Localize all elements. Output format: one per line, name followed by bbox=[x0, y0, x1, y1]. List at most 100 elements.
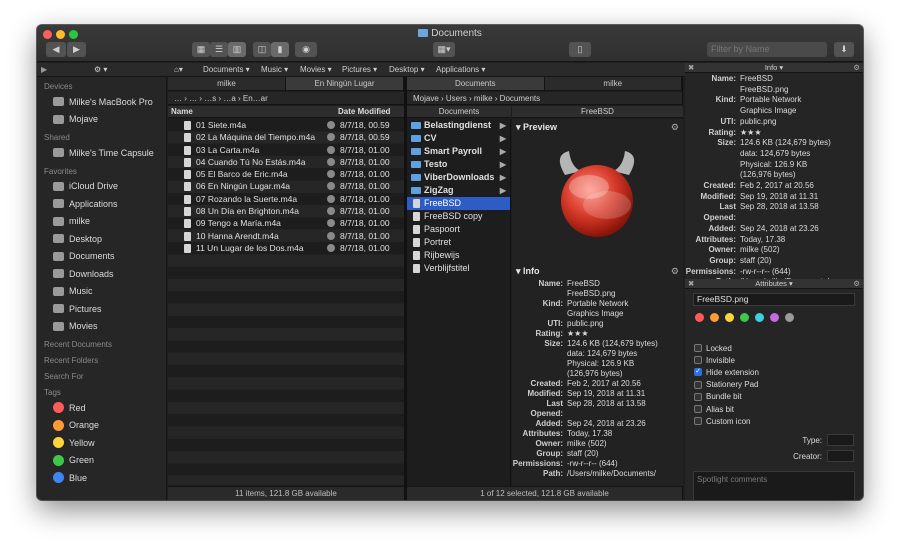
crumb-applications[interactable]: Applications ▾ bbox=[436, 65, 485, 74]
sidebar-header-search-for[interactable]: Search For bbox=[37, 367, 166, 383]
list-item[interactable]: Rijbewijs bbox=[407, 249, 510, 262]
gear-icon[interactable]: ⚙ bbox=[671, 122, 679, 133]
checkbox-row[interactable]: Stationery Pad bbox=[685, 379, 863, 391]
list-item[interactable]: Smart Payroll ▶ bbox=[407, 145, 510, 158]
list-item[interactable]: 11 Un Lugar de los Dos.m4a 8/7/18, 01.00 bbox=[168, 242, 404, 254]
checkbox[interactable]: ✓ bbox=[694, 368, 702, 377]
sidebar-item-applications[interactable]: Applications bbox=[37, 195, 166, 213]
sidebar-item-documents[interactable]: Documents bbox=[37, 248, 166, 266]
column-view-icon[interactable]: ▥ bbox=[228, 42, 246, 57]
sidebar-item-icloud[interactable]: iCloud Drive bbox=[37, 178, 166, 196]
sidebar-toggle-icon[interactable]: ▶ bbox=[41, 65, 47, 74]
arrow-circle-icon[interactable] bbox=[327, 133, 335, 142]
list-item[interactable]: 09 Tengo a María.m4a 8/7/18, 01.00 bbox=[168, 217, 404, 229]
sidebar-item-downloads[interactable]: Downloads bbox=[37, 265, 166, 283]
inspector-attributes-title[interactable]: Attributes ▾ bbox=[755, 279, 793, 288]
list-item[interactable]: Belastingdienst ▶ bbox=[407, 119, 510, 132]
tab-milke-right[interactable]: milke bbox=[545, 77, 682, 90]
list-item[interactable]: Verblijfstitel bbox=[407, 262, 510, 275]
list-item[interactable]: Portret bbox=[407, 236, 510, 249]
list-item[interactable]: 07 Rozando la Suerte.m4a 8/7/18, 01.00 bbox=[168, 193, 404, 205]
checkbox[interactable] bbox=[694, 405, 702, 414]
sidebar-item-mojave[interactable]: Mojave bbox=[37, 111, 166, 129]
tag-color-dot-icon[interactable] bbox=[755, 313, 764, 322]
close-icon[interactable]: ✖ bbox=[688, 279, 694, 289]
sidebar-header-recent-documents[interactable]: Recent Documents bbox=[37, 335, 166, 351]
home-icon[interactable]: ⌂▾ bbox=[174, 65, 183, 74]
info-panel-icon[interactable]: ▯ bbox=[569, 42, 591, 57]
filename-field[interactable]: FreeBSD.png bbox=[693, 293, 855, 306]
right-path-bar[interactable]: Mojave › Users › milke › Documents bbox=[407, 92, 682, 105]
tab-milke[interactable]: milke bbox=[168, 77, 286, 90]
sidebar-tag-orange[interactable]: Orange bbox=[37, 417, 166, 435]
column-date-modified[interactable]: Date Modified bbox=[338, 107, 390, 116]
checkbox[interactable] bbox=[694, 356, 702, 365]
gear-icon[interactable]: ⚙ bbox=[853, 63, 860, 73]
tag-color-dot-icon[interactable] bbox=[725, 313, 734, 322]
list-item[interactable]: 10 Hanna Arendt.m4a 8/7/18, 01.00 bbox=[168, 230, 404, 242]
column-name[interactable]: Name bbox=[171, 107, 193, 116]
tag-color-dot-icon[interactable] bbox=[770, 313, 779, 322]
search-input[interactable] bbox=[707, 42, 827, 57]
sidebar-item-movies[interactable]: Movies bbox=[37, 318, 166, 336]
list-item[interactable]: Paspoort bbox=[407, 223, 510, 236]
left-path-bar[interactable]: … › … › …s › …a › En…ar bbox=[168, 92, 404, 105]
sidebar-item-pictures[interactable]: Pictures bbox=[37, 300, 166, 318]
list-item[interactable]: 01 Siete.m4a 8/7/18, 00.59 bbox=[168, 119, 404, 131]
single-pane-icon[interactable]: ▮ bbox=[271, 42, 289, 57]
tag-color-dot-icon[interactable] bbox=[695, 313, 704, 322]
forward-button[interactable]: ▶ bbox=[66, 42, 86, 57]
arrow-circle-icon[interactable] bbox=[327, 231, 335, 240]
checkbox-row[interactable]: Bundle bit bbox=[685, 391, 863, 403]
sidebar-item-desktop[interactable]: Desktop bbox=[37, 230, 166, 248]
crumb-documents[interactable]: Documents ▾ bbox=[203, 65, 250, 74]
inspector-info-title[interactable]: Info ▾ bbox=[765, 63, 783, 72]
sidebar-tag-red[interactable]: Red bbox=[37, 399, 166, 417]
crumb-pictures[interactable]: Pictures ▾ bbox=[342, 65, 377, 74]
checkbox-row[interactable]: Invisible bbox=[685, 354, 863, 366]
list-item[interactable]: 04 Cuando Tú No Estás.m4a 8/7/18, 01.00 bbox=[168, 156, 404, 168]
list-item[interactable]: ViberDownloads ▶ bbox=[407, 171, 510, 184]
tab-en-ningun-lugar[interactable]: En Ningún Lugar bbox=[286, 77, 404, 90]
checkbox[interactable] bbox=[694, 380, 702, 389]
sidebar-header-recent-folders[interactable]: Recent Folders bbox=[37, 351, 166, 367]
close-icon[interactable]: ✖ bbox=[688, 63, 694, 73]
gear-icon[interactable]: ⚙ bbox=[671, 266, 679, 277]
type-field[interactable] bbox=[827, 434, 854, 447]
list-item[interactable]: FreeBSD copy bbox=[407, 210, 510, 223]
arrange-icon[interactable]: ▦▾ bbox=[433, 42, 455, 57]
sidebar-tag-blue[interactable]: Blue bbox=[37, 469, 166, 487]
crumb-music[interactable]: Music ▾ bbox=[261, 65, 288, 74]
list-item[interactable]: 06 En Ningún Lugar.m4a 8/7/18, 01.00 bbox=[168, 180, 404, 192]
sidebar-tag-green[interactable]: Green bbox=[37, 452, 166, 470]
gear-icon[interactable]: ⚙ ▾ bbox=[94, 65, 107, 74]
arrow-circle-icon[interactable] bbox=[327, 182, 335, 191]
list-item[interactable]: CV ▶ bbox=[407, 132, 510, 145]
crumb-desktop[interactable]: Desktop ▾ bbox=[389, 65, 425, 74]
checkbox-row[interactable]: Custom icon bbox=[685, 415, 863, 427]
creator-field[interactable] bbox=[827, 450, 854, 463]
sidebar-item-milke[interactable]: milke bbox=[37, 213, 166, 231]
arrow-circle-icon[interactable] bbox=[327, 207, 335, 216]
checkbox[interactable] bbox=[694, 344, 702, 353]
arrow-circle-icon[interactable] bbox=[327, 170, 335, 179]
list-view-icon[interactable]: ☰ bbox=[210, 42, 228, 57]
checkbox-row[interactable]: Alias bit bbox=[685, 403, 863, 415]
checkbox[interactable] bbox=[694, 417, 702, 426]
download-icon[interactable]: ⬇ bbox=[834, 42, 854, 57]
sidebar-tag-yellow[interactable]: Yellow bbox=[37, 434, 166, 452]
spotlight-comments-field[interactable]: Spotlight comments bbox=[693, 471, 855, 500]
arrow-circle-icon[interactable] bbox=[327, 121, 335, 129]
list-item[interactable]: Testo ▶ bbox=[407, 158, 510, 171]
icon-view-icon[interactable]: ▦ bbox=[192, 42, 210, 57]
arrow-circle-icon[interactable] bbox=[327, 194, 335, 203]
gear-icon[interactable]: ⚙ bbox=[853, 279, 860, 289]
arrow-circle-icon[interactable] bbox=[327, 145, 335, 154]
checkbox[interactable] bbox=[694, 392, 702, 401]
list-item[interactable]: 02 La Máquina del Tiempo.m4a 8/7/18, 00.5… bbox=[168, 131, 404, 143]
list-item[interactable]: 03 La Carta.m4a 8/7/18, 01.00 bbox=[168, 144, 404, 156]
tab-documents[interactable]: Documents bbox=[407, 77, 545, 90]
checkbox-row[interactable]: ✓ Hide extension bbox=[685, 366, 863, 378]
list-item[interactable]: 08 Un Día en Brighton.m4a 8/7/18, 01.00 bbox=[168, 205, 404, 217]
list-item[interactable]: FreeBSD bbox=[407, 197, 510, 210]
